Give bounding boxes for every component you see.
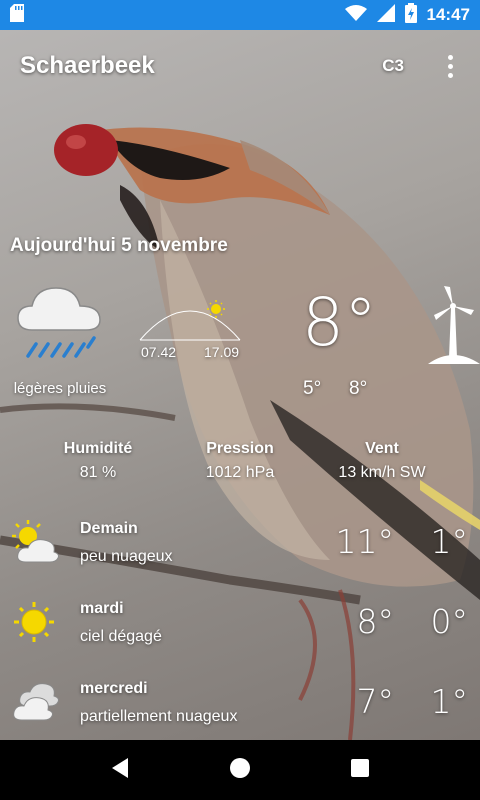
forecast-low: 1° bbox=[430, 682, 469, 721]
forecast-low: 0° bbox=[430, 602, 469, 641]
current-temperature: 8° bbox=[302, 284, 377, 361]
forecast-day: mardi bbox=[80, 600, 124, 617]
wind-value: 13 km/h SW bbox=[338, 464, 426, 481]
sd-card-icon bbox=[10, 3, 24, 27]
recents-icon[interactable] bbox=[350, 758, 370, 783]
wind-label: Vent bbox=[365, 440, 399, 457]
forecast-low: 1° bbox=[430, 522, 469, 561]
humidity-value: 81 % bbox=[79, 464, 117, 481]
status-bar: 14:47 bbox=[0, 0, 480, 30]
forecast-row[interactable]: Demain peu nuageux 11° 1° bbox=[0, 520, 480, 590]
wind-turbine-icon bbox=[428, 286, 480, 369]
forecast-day: mercredi bbox=[80, 680, 148, 697]
battery-charging-icon bbox=[404, 2, 417, 28]
sunset-time: 17.09 bbox=[204, 344, 240, 360]
navigation-bar bbox=[0, 740, 480, 800]
min-temperature: 5° bbox=[303, 378, 322, 399]
humidity-metric: Humidité 81 % bbox=[23, 440, 173, 482]
forecast-row[interactable]: mardi ciel dégagé 8° 0° bbox=[0, 600, 480, 670]
current-condition: légères pluies bbox=[13, 380, 107, 397]
wind-metric: Vent 13 km/h SW bbox=[307, 440, 457, 482]
forecast-day: Demain bbox=[80, 520, 138, 537]
forecast-condition: ciel dégagé bbox=[80, 628, 162, 645]
more-vert-icon[interactable] bbox=[440, 54, 460, 78]
unit-toggle-button[interactable]: C3 bbox=[382, 56, 404, 76]
clock: 14:47 bbox=[426, 5, 470, 24]
signal-icon bbox=[376, 3, 395, 27]
home-icon[interactable] bbox=[229, 757, 251, 784]
cloud-rain-icon bbox=[14, 274, 104, 369]
sun-icon bbox=[12, 600, 56, 649]
location-title[interactable]: Schaerbeek bbox=[20, 52, 382, 80]
sunrise-time: 07.42 bbox=[141, 344, 177, 360]
pressure-value: 1012 hPa bbox=[205, 464, 275, 481]
back-icon[interactable] bbox=[110, 757, 130, 784]
sun-arc-icon bbox=[134, 292, 246, 349]
cloud-icon bbox=[12, 680, 60, 727]
forecast-high: 7° bbox=[356, 682, 395, 721]
forecast-condition: peu nuageux bbox=[80, 548, 173, 565]
max-temperature: 8° bbox=[349, 378, 368, 399]
forecast-high: 8° bbox=[356, 602, 395, 641]
pressure-metric: Pression 1012 hPa bbox=[165, 440, 315, 482]
app-bar: Schaerbeek C3 bbox=[0, 30, 480, 102]
sun-cloud-icon bbox=[12, 520, 60, 571]
pressure-label: Pression bbox=[206, 440, 274, 457]
forecast-condition: partiellement nuageux bbox=[80, 708, 238, 725]
wifi-icon bbox=[344, 4, 367, 26]
forecast-high: 11° bbox=[335, 522, 395, 561]
today-heading: Aujourd'hui 5 novembre bbox=[10, 235, 228, 256]
humidity-label: Humidité bbox=[63, 440, 133, 457]
